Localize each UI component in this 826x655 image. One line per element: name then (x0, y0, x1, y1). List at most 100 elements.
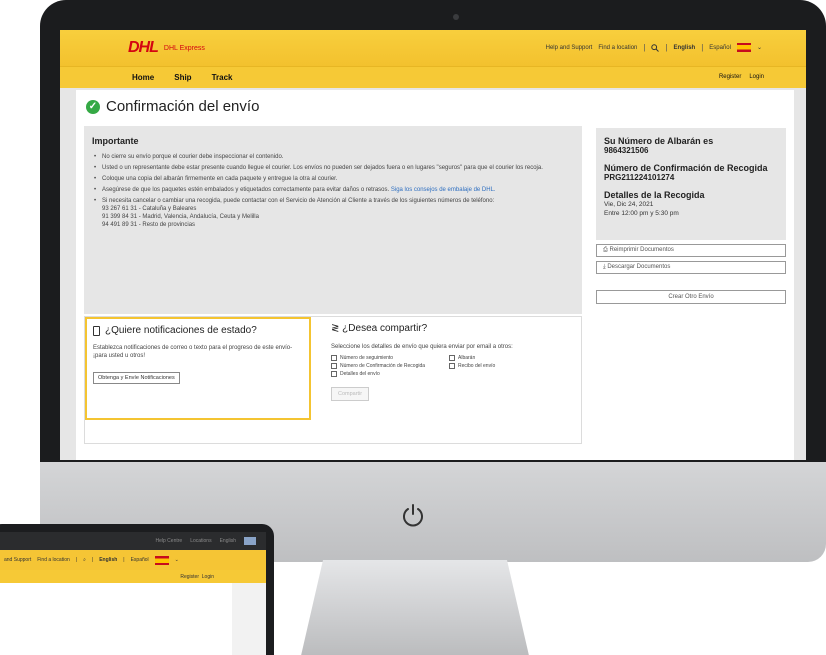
notifications-title: ¿Quiere notificaciones de estado? (105, 325, 257, 336)
laptop-header: and Support Find a location | ⌕ | Englis… (0, 550, 266, 570)
register-link[interactable]: Register (180, 574, 199, 580)
option-label: Número de seguimiento (340, 355, 394, 361)
divider: | (75, 557, 78, 563)
reprint-label: Reimprimir Documentos (609, 247, 674, 253)
divider: | (643, 43, 646, 52)
list-item: Si necesita cancelar o cambiar una recog… (92, 197, 574, 229)
packing-text: Asegúrese de que los paquetes estén emba… (102, 187, 390, 193)
download-button[interactable]: ⤓ Descargar Documentos (596, 261, 786, 274)
site-header: DHL DHL Express Help and Support Find a … (60, 30, 806, 66)
reprint-button[interactable]: ⎙ Reimprimir Documentos (596, 244, 786, 257)
share-options: Número de seguimiento Albarán Número de … (331, 355, 571, 377)
cancel-text: Si necesita cancelar o cambiar una recog… (102, 198, 495, 204)
language-espanol[interactable]: Español (131, 557, 149, 563)
page-content: ✓ Confirmación del envío Importante No c… (76, 90, 794, 460)
phone-line: 93 267 61 31 - Cataluña y Baleares (102, 206, 197, 212)
checkbox[interactable] (331, 355, 337, 361)
new-shipment-button[interactable]: Crear Otro Envío (596, 290, 786, 304)
recogida-value: PRG211224101274 (604, 173, 675, 182)
power-icon (403, 504, 423, 527)
divider: | (91, 557, 94, 563)
device-mockup: DHL DHL Express Help and Support Find a … (0, 0, 826, 655)
notifications-heading: ¿Quiere notificaciones de estado? (93, 325, 303, 336)
search-icon[interactable] (651, 43, 660, 52)
find-location-link[interactable]: Find a location (37, 557, 70, 563)
nav-home[interactable]: Home (132, 73, 154, 82)
checkbox[interactable] (331, 363, 337, 369)
register-link[interactable]: Register (719, 74, 741, 80)
divider: | (701, 43, 704, 52)
help-support-link[interactable]: Help and Support (546, 45, 593, 51)
login-link[interactable]: Login (202, 574, 214, 580)
nav-ship[interactable]: Ship (174, 73, 191, 82)
divider: | (665, 43, 668, 52)
share-option[interactable]: Número de seguimiento (331, 355, 449, 361)
get-notifications-button[interactable]: Obtenga y Envíe Notificaciones (93, 372, 180, 384)
notifications-box: ¿Quiere notificaciones de estado? Establ… (85, 317, 311, 420)
find-location-link[interactable]: Find a location (598, 45, 637, 51)
notifications-text: Establezca notificaciones de correo o te… (93, 345, 293, 359)
share-option[interactable]: Recibo del envío (449, 363, 559, 369)
packing-tips-link[interactable]: Siga los consejos de embalaje de DHL. (391, 187, 496, 193)
uk-flag-icon[interactable] (244, 537, 256, 545)
monitor-stand (300, 560, 530, 655)
phone-line: 91 399 84 31 - Madrid, Valencia, Andaluc… (102, 214, 259, 220)
checkbox[interactable] (449, 363, 455, 369)
divider: | (123, 557, 125, 563)
help-support-link[interactable]: and Support (4, 557, 31, 563)
list-item: Coloque una copia del albarán firmemente… (92, 175, 574, 183)
download-icon: ⤓ (603, 264, 606, 270)
phone-line: 94 491 89 31 - Resto de provincias (102, 222, 196, 228)
laptop-nav: Register Login (0, 570, 266, 583)
search-icon[interactable]: ⌕ (83, 557, 86, 563)
albaran-label: Su Número de Albarán es (604, 136, 714, 146)
share-option[interactable]: Albarán (449, 355, 559, 361)
laptop-screen: Help Centre Locations English and Suppor… (0, 532, 266, 655)
language-espanol[interactable]: Español (709, 45, 731, 51)
share-box: ≷ ¿Desea compartir? Seleccione los detal… (331, 323, 571, 401)
laptop-topbar: Help Centre Locations English (0, 532, 266, 550)
pickup-time: Entre 12:00 pm y 5:30 pm (604, 210, 679, 217)
check-circle-icon: ✓ (86, 99, 100, 114)
checkbox[interactable] (331, 371, 337, 377)
main-nav: Home Ship Track Register Login (60, 66, 806, 88)
share-option[interactable]: Número de Confirmación de Recogida (331, 363, 449, 369)
phone-list: 93 267 61 31 - Cataluña y Baleares 91 39… (102, 205, 574, 229)
share-button[interactable]: Compartir (331, 387, 370, 401)
detalles-label: Detalles de la Recogida (604, 190, 705, 200)
important-panel: Importante No cierre su envío porque el … (84, 126, 582, 314)
share-icon: ≷ (331, 323, 340, 334)
language-link[interactable]: English (220, 538, 236, 544)
account-links: Register Login (719, 74, 764, 80)
important-heading: Importante (92, 136, 139, 146)
important-list: No cierre su envío porque el courier deb… (92, 153, 574, 229)
language-english[interactable]: English (674, 45, 696, 51)
pickup-date: Vie, Dic 24, 2021 (604, 201, 654, 208)
notifications-share-panel: ¿Quiere notificaciones de estado? Establ… (84, 316, 582, 444)
language-english[interactable]: English (99, 557, 117, 563)
chevron-down-icon[interactable]: ⌄ (757, 44, 762, 51)
checkbox[interactable] (449, 355, 455, 361)
utility-nav: Help and Support Find a location | | Eng… (546, 43, 762, 52)
download-label: Descargar Documentos (607, 264, 671, 270)
share-text: Seleccione los detalles de envío que qui… (331, 344, 513, 350)
laptop-content-card (0, 583, 232, 655)
chevron-down-icon[interactable]: ⌄ (175, 557, 179, 563)
printer-icon: ⎙ (603, 247, 608, 253)
page-title: Confirmación del envío (106, 98, 260, 115)
nav-track[interactable]: Track (212, 73, 233, 82)
phone-icon (93, 325, 100, 336)
option-label: Recibo del envío (458, 363, 496, 369)
option-label: Número de Confirmación de Recogida (340, 363, 426, 369)
laptop-body (0, 583, 266, 655)
share-title: ¿Desea compartir? (342, 323, 428, 334)
login-link[interactable]: Login (749, 74, 764, 80)
dhl-logo[interactable]: DHL (128, 39, 159, 57)
list-item: Asegúrese de que los paquetes estén emba… (92, 186, 574, 194)
locations-link[interactable]: Locations (190, 538, 211, 544)
spain-flag-icon[interactable] (736, 43, 751, 52)
help-centre-link[interactable]: Help Centre (156, 538, 183, 544)
logo-subtitle: DHL Express (163, 44, 205, 52)
spain-flag-icon[interactable] (154, 555, 169, 565)
share-option[interactable]: Detalles del envío (331, 371, 449, 377)
